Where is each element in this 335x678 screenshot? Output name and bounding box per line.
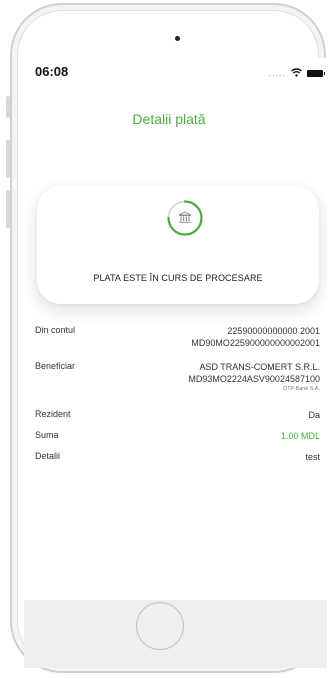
beneficiary-name: ASD TRANS-COMERT S.R.L. bbox=[199, 362, 320, 372]
bank-icon bbox=[178, 211, 192, 229]
detail-row-from-account: Din contul 22590000000000 2001 MD90MO225… bbox=[35, 325, 320, 361]
from-account-number: 22590000000000 2001 bbox=[227, 326, 320, 336]
wifi-icon bbox=[291, 64, 302, 82]
screen: 06:08 ..... Detalii plată PLATA ESTE ÎN … bbox=[24, 58, 327, 668]
details-label: Detalii bbox=[35, 451, 61, 461]
payment-status-card: PLATA ESTE ÎN CURS DE PROCESARE bbox=[37, 186, 319, 304]
beneficiary-value: ASD TRANS-COMERT S.R.L. MD93MO2224ASV900… bbox=[188, 361, 320, 394]
resident-label: Rezident bbox=[35, 409, 71, 419]
home-button[interactable] bbox=[136, 602, 184, 650]
beneficiary-iban: MD93MO2224ASV90024587100 bbox=[188, 374, 320, 384]
details-value: test bbox=[305, 452, 320, 462]
beneficiary-label: Beneficiar bbox=[35, 361, 76, 371]
from-account-iban: MD90MO225900000000002001 bbox=[191, 338, 320, 348]
resident-value: Da bbox=[308, 410, 320, 420]
front-sensor bbox=[175, 36, 180, 41]
device-frame: 06:08 ..... Detalii plată PLATA ESTE ÎN … bbox=[0, 0, 335, 678]
detail-row-beneficiary: Beneficiar ASD TRANS-COMERT S.R.L. MD93M… bbox=[35, 361, 320, 409]
amount-label: Suma bbox=[35, 430, 59, 440]
from-account-label: Din contul bbox=[35, 325, 76, 335]
status-message: PLATA ESTE ÎN CURS DE PROCESARE bbox=[93, 273, 263, 283]
status-time: 06:08 bbox=[35, 64, 69, 79]
battery-icon bbox=[307, 69, 325, 77]
status-icons: ..... bbox=[268, 64, 325, 82]
signal-dots: ..... bbox=[268, 68, 286, 78]
detail-row-resident: Rezident Da bbox=[35, 409, 320, 430]
status-progress-ring bbox=[166, 199, 204, 242]
amount-value: 1.00 MDL bbox=[280, 431, 320, 441]
payment-details: Din contul 22590000000000 2001 MD90MO225… bbox=[35, 325, 320, 472]
detail-row-details: Detalii test bbox=[35, 451, 320, 472]
detail-row-amount: Suma 1.00 MDL bbox=[35, 430, 320, 451]
from-account-value: 22590000000000 2001 MD90MO22590000000000… bbox=[191, 325, 320, 349]
page-title: Detalii plată bbox=[132, 111, 206, 127]
beneficiary-bank: OTP Bank S.A. bbox=[282, 386, 320, 392]
